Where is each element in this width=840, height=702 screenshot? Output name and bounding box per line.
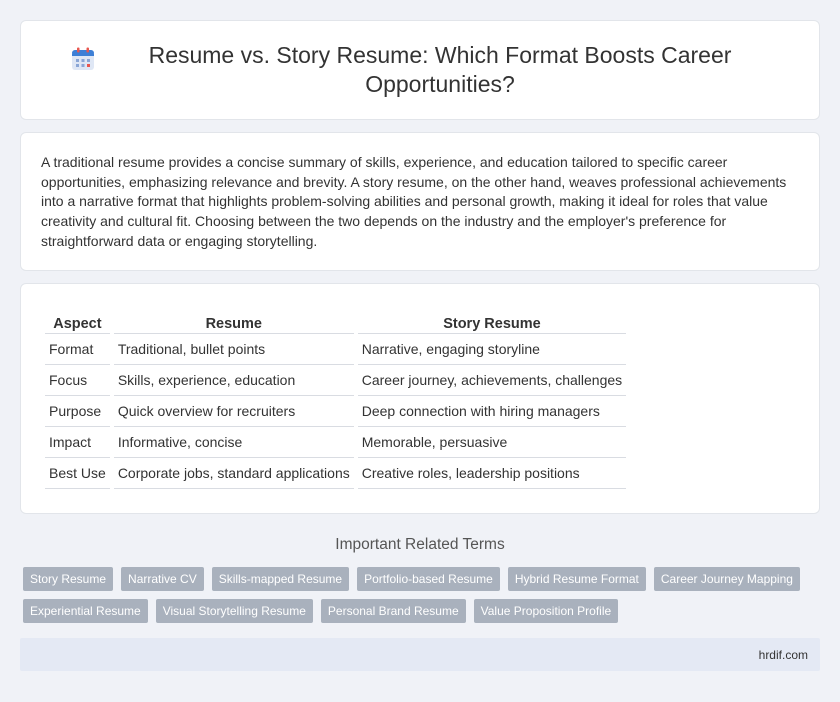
- footer: hrdif.com: [20, 638, 820, 671]
- tag-portfolio-based-resume[interactable]: Portfolio-based Resume: [357, 567, 500, 591]
- cell-resume: Informative, concise: [113, 427, 354, 458]
- cell-aspect: Purpose: [45, 396, 110, 427]
- table-row: Purpose Quick overview for recruiters De…: [45, 396, 627, 427]
- related-tags: Story Resume Narrative CV Skills-mapped …: [23, 567, 813, 623]
- cell-story-resume: Memorable, persuasive: [357, 427, 627, 458]
- intro-paragraph: A traditional resume provides a concise …: [41, 154, 787, 249]
- tag-hybrid-resume-format[interactable]: Hybrid Resume Format: [507, 567, 646, 591]
- cell-story-resume: Creative roles, leadership positions: [357, 458, 627, 489]
- page-title: Resume vs. Story Resume: Which Format Bo…: [148, 42, 732, 97]
- table-row: Best Use Corporate jobs, standard applic…: [45, 458, 627, 489]
- cell-resume: Quick overview for recruiters: [113, 396, 354, 427]
- header-aspect: Aspect: [45, 314, 110, 334]
- tag-story-resume[interactable]: Story Resume: [23, 567, 114, 591]
- tag-narrative-cv[interactable]: Narrative CV: [121, 567, 204, 591]
- comparison-table: Aspect Resume Story Resume Format Tradit…: [41, 314, 630, 489]
- cell-aspect: Focus: [45, 365, 110, 396]
- table-row: Format Traditional, bullet points Narrat…: [45, 334, 627, 365]
- intro-card: A traditional resume provides a concise …: [20, 132, 820, 271]
- cell-resume: Traditional, bullet points: [113, 334, 354, 365]
- related-terms-title: Important Related Terms: [335, 536, 505, 553]
- cell-aspect: Format: [45, 334, 110, 365]
- title-wrap: Resume vs. Story Resume: Which Format Bo…: [70, 41, 770, 99]
- tag-personal-brand-resume[interactable]: Personal Brand Resume: [320, 599, 466, 623]
- table-row: Impact Informative, concise Memorable, p…: [45, 427, 627, 458]
- header-resume: Resume: [113, 314, 354, 334]
- footer-site-link[interactable]: hrdif.com: [759, 648, 808, 662]
- header-story-resume: Story Resume: [357, 314, 627, 334]
- tag-experiential-resume[interactable]: Experiential Resume: [23, 599, 148, 623]
- cell-resume: Corporate jobs, standard applications: [113, 458, 354, 489]
- tag-skills-mapped-resume[interactable]: Skills-mapped Resume: [211, 567, 350, 591]
- tag-career-journey-mapping[interactable]: Career Journey Mapping: [653, 567, 800, 591]
- calendar-icon: [72, 47, 94, 70]
- cell-story-resume: Narrative, engaging storyline: [357, 334, 627, 365]
- cell-story-resume: Career journey, achievements, challenges: [357, 365, 627, 396]
- tag-value-proposition-profile[interactable]: Value Proposition Profile: [473, 599, 619, 623]
- cell-aspect: Best Use: [45, 458, 110, 489]
- title-card: Resume vs. Story Resume: Which Format Bo…: [20, 20, 820, 120]
- cell-resume: Skills, experience, education: [113, 365, 354, 396]
- cell-aspect: Impact: [45, 427, 110, 458]
- table-header-row: Aspect Resume Story Resume: [45, 314, 627, 334]
- comparison-card: Aspect Resume Story Resume Format Tradit…: [20, 283, 820, 514]
- tag-visual-storytelling-resume[interactable]: Visual Storytelling Resume: [155, 599, 313, 623]
- table-row: Focus Skills, experience, education Care…: [45, 365, 627, 396]
- cell-story-resume: Deep connection with hiring managers: [357, 396, 627, 427]
